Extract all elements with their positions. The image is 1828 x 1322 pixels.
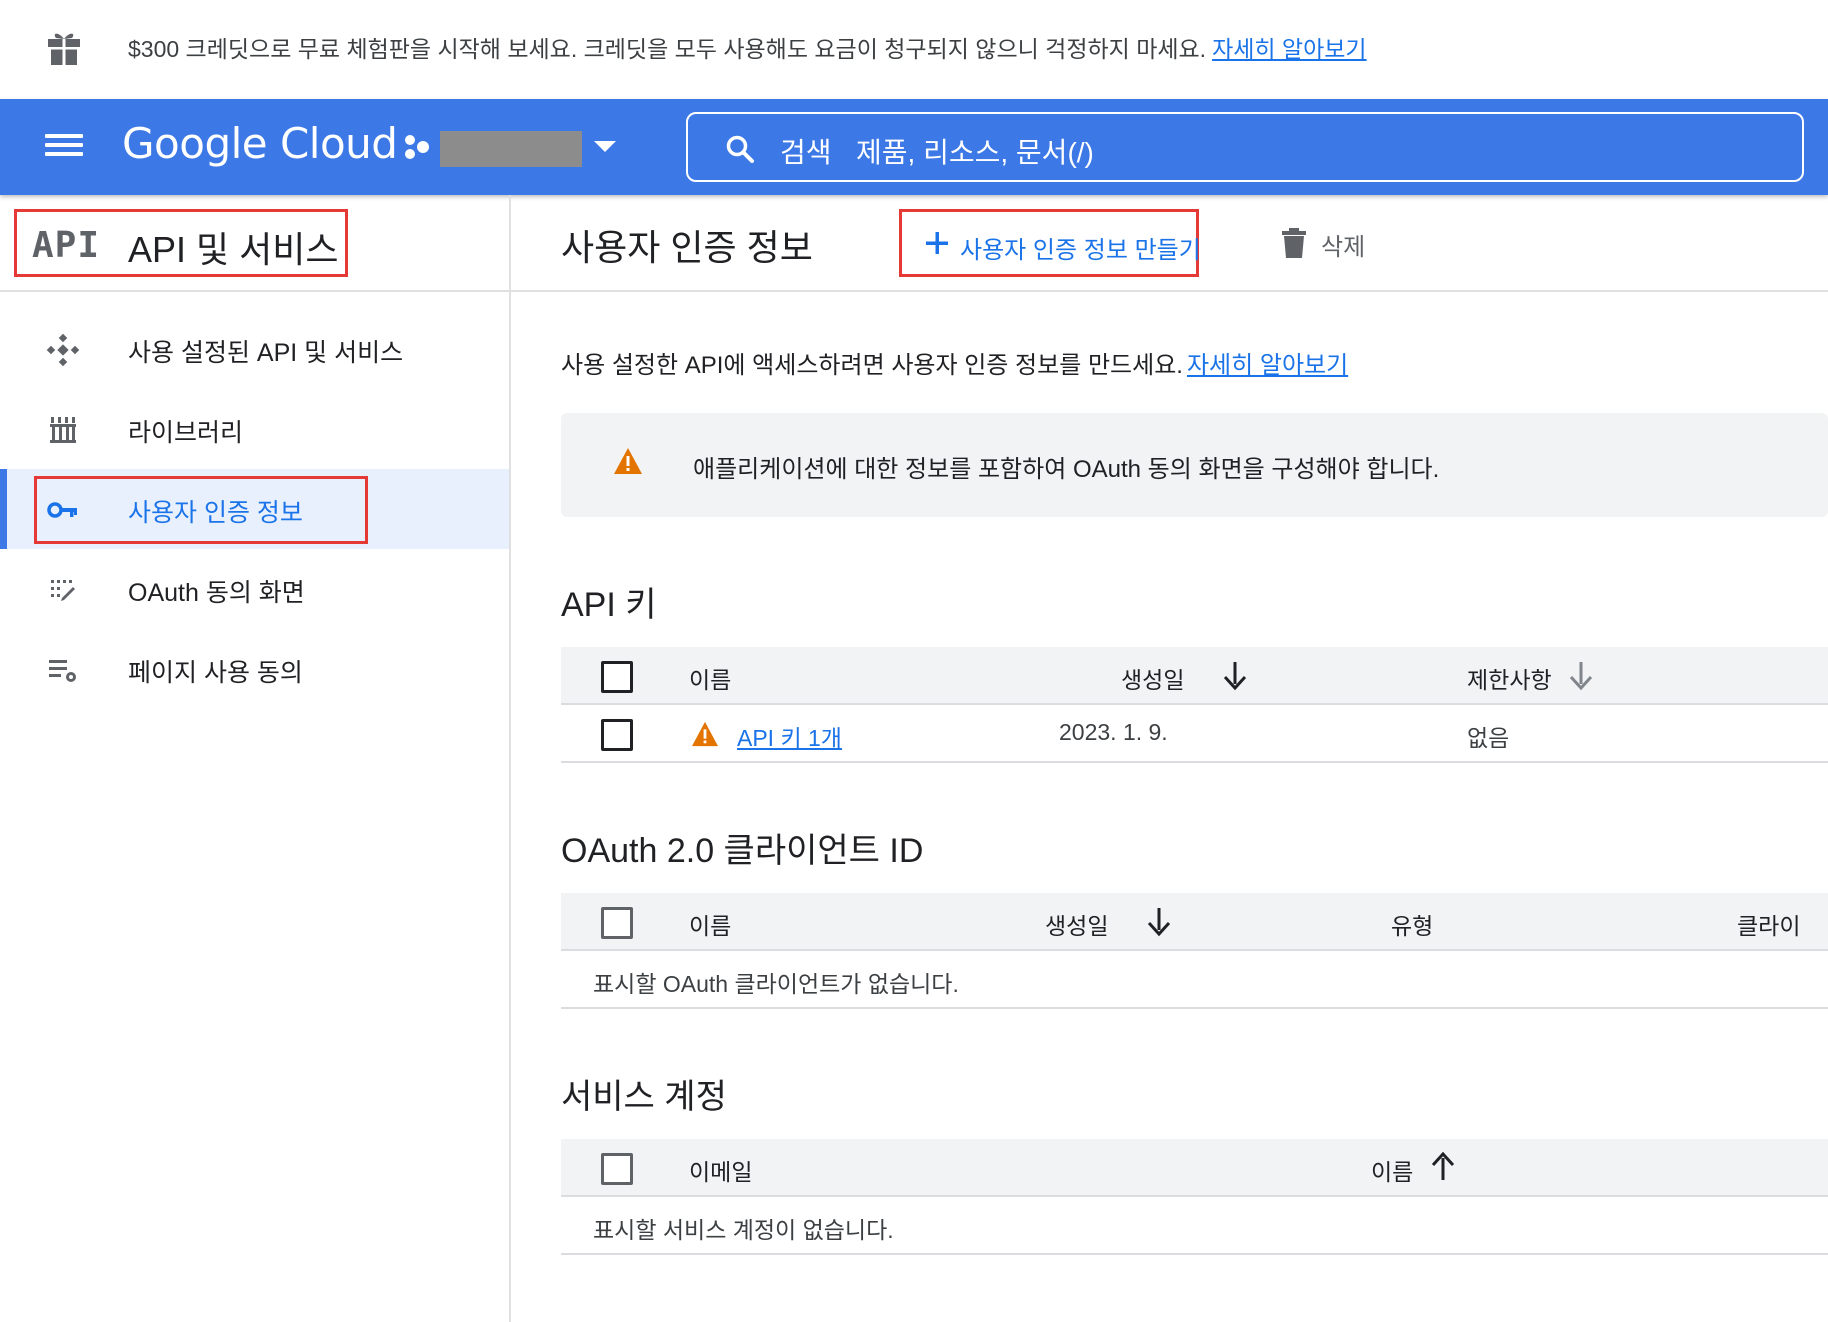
promo-learn-more-link[interactable]: 자세히 알아보기	[1212, 36, 1367, 62]
page-title: 사용자 인증 정보	[561, 227, 813, 268]
api-keys-header: 이름 생성일 제한사항	[561, 647, 1828, 705]
library-icon	[50, 417, 76, 443]
action-bar: 사용자 인증 정보 사용자 인증 정보 만들기 삭제	[511, 195, 1828, 292]
column-header-name[interactable]: 이름	[1371, 1153, 1413, 1187]
page-usage-icon	[49, 660, 76, 682]
column-header-name[interactable]: 이름	[689, 661, 731, 695]
create-credentials-button[interactable]: 사용자 인증 정보 만들기	[899, 209, 1201, 277]
sidebar-item-label: 라이브러리	[128, 419, 244, 447]
service-accounts-empty-message: 표시할 서비스 계정이 없습니다.	[593, 1217, 894, 1243]
sidebar-item-label: 사용자 인증 정보	[128, 499, 303, 527]
warning-text: 애플리케이션에 대한 정보를 포함하여 OAuth 동의 화면을 구성해야 합니…	[693, 456, 1440, 483]
select-all-checkbox[interactable]	[601, 1153, 633, 1185]
promo-banner: $300 크레딧으로 무료 체험판을 시작해 보세요. 크레딧을 모두 사용해도…	[0, 0, 1828, 99]
sidebar-item-library[interactable]: 라이브러리	[0, 389, 509, 469]
sidebar-title: API 및 서비스	[128, 229, 339, 270]
search-label: 검색	[780, 137, 832, 168]
consent-warning-banner: 애플리케이션에 대한 정보를 포함하여 OAuth 동의 화면을 구성해야 합니…	[561, 413, 1828, 517]
api-logo-icon: API	[32, 225, 101, 266]
main-content: 사용자 인증 정보 사용자 인증 정보 만들기 삭제 사용 설정한 API에 액…	[511, 195, 1828, 1322]
hamburger-menu-icon[interactable]	[42, 129, 86, 165]
sidebar-item-enabled-apis[interactable]: 사용 설정된 API 및 서비스	[0, 309, 509, 389]
sidebar-header: API API 및 서비스	[0, 195, 511, 292]
sort-ascending-icon[interactable]	[1429, 1151, 1457, 1183]
intro-text-body: 사용 설정한 API에 액세스하려면 사용자 인증 정보를 만드세요.	[561, 352, 1183, 379]
sort-descending-icon[interactable]	[1145, 905, 1173, 937]
sidebar-item-label: 페이지 사용 동의	[128, 659, 303, 687]
api-keys-title: API 키	[561, 586, 657, 624]
column-header-restrictions[interactable]: 제한사항	[1467, 661, 1552, 695]
table-row: API 키 1개 2023. 1. 9. 없음	[561, 705, 1828, 763]
search-icon	[726, 135, 754, 163]
plus-icon	[926, 232, 948, 254]
select-all-checkbox[interactable]	[601, 661, 633, 693]
select-all-checkbox[interactable]	[601, 907, 633, 939]
sidebar-item-oauth-consent[interactable]: OAuth 동의 화면	[0, 549, 509, 629]
service-accounts-empty-row: 표시할 서비스 계정이 없습니다.	[561, 1197, 1828, 1255]
key-icon	[47, 502, 77, 518]
project-icon[interactable]	[402, 132, 432, 162]
row-checkbox[interactable]	[601, 719, 633, 751]
api-key-restrictions: 없음	[1467, 725, 1510, 751]
oauth-empty-message: 표시할 OAuth 클라이언트가 없습니다.	[593, 971, 959, 997]
warning-icon	[614, 448, 642, 474]
consent-screen-icon	[51, 580, 75, 601]
project-name-redacted[interactable]	[440, 131, 582, 167]
intro-learn-more-link[interactable]: 자세히 알아보기	[1187, 352, 1348, 379]
column-header-type[interactable]: 유형	[1391, 907, 1433, 941]
sidebar-item-label: OAuth 동의 화면	[128, 579, 305, 607]
sort-descending-icon[interactable]	[1221, 659, 1249, 691]
create-credentials-label: 사용자 인증 정보 만들기	[960, 237, 1201, 264]
gift-icon	[48, 33, 80, 65]
sort-descending-icon[interactable]	[1567, 659, 1595, 691]
column-header-client[interactable]: 클라이	[1737, 907, 1800, 941]
sidebar-item-label: 사용 설정된 API 및 서비스	[128, 339, 404, 367]
oauth-clients-header: 이름 생성일 유형 클라이	[561, 893, 1828, 951]
service-accounts-header: 이메일 이름	[561, 1139, 1828, 1197]
oauth-clients-title: OAuth 2.0 클라이언트 ID	[561, 832, 924, 870]
side-navigation: API API 및 서비스 사용 설정된 API 및 서비스 라이브러리 사용자…	[0, 195, 511, 1322]
search-placeholder: 제품, 리소스, 문서(/)	[856, 137, 1094, 168]
oauth-empty-row: 표시할 OAuth 클라이언트가 없습니다.	[561, 951, 1828, 1009]
api-key-name-link[interactable]: API 키 1개	[737, 719, 842, 753]
promo-text: $300 크레딧으로 무료 체험판을 시작해 보세요. 크레딧을 모두 사용해도…	[128, 36, 1207, 62]
search-bar[interactable]: 검색 제품, 리소스, 문서(/)	[686, 112, 1804, 182]
trash-icon	[1282, 228, 1306, 258]
sidebar-item-credentials[interactable]: 사용자 인증 정보	[0, 469, 509, 549]
column-header-name[interactable]: 이름	[689, 907, 731, 941]
top-app-bar: Google Cloud 검색 제품, 리소스, 문서(/)	[0, 99, 1828, 195]
delete-label: 삭제	[1321, 234, 1366, 261]
column-header-created[interactable]: 생성일	[1121, 661, 1184, 695]
intro-text: 사용 설정한 API에 액세스하려면 사용자 인증 정보를 만드세요. 자세히 알…	[561, 345, 1348, 380]
google-cloud-logo[interactable]: Google Cloud	[122, 119, 398, 168]
column-header-email[interactable]: 이메일	[689, 1153, 752, 1187]
service-accounts-title: 서비스 계정	[561, 1078, 727, 1116]
api-key-created: 2023. 1. 9.	[1059, 719, 1168, 745]
enabled-apis-icon	[46, 333, 80, 367]
delete-button[interactable]: 삭제	[1269, 213, 1379, 273]
warning-icon	[692, 721, 718, 747]
project-dropdown-icon[interactable]	[594, 141, 616, 152]
sidebar-item-page-usage[interactable]: 페이지 사용 동의	[0, 629, 509, 709]
column-header-created[interactable]: 생성일	[1045, 907, 1108, 941]
